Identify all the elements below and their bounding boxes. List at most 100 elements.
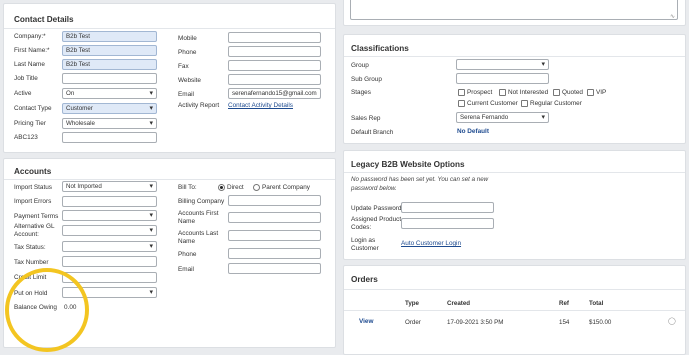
pricing-tier-select[interactable]: Wholesale xyxy=(62,118,157,129)
first-name-input[interactable]: B2b Test xyxy=(62,45,157,56)
bill-to-direct-radio[interactable] xyxy=(218,184,225,191)
stage-regular-customer-label: Regular Customer xyxy=(530,100,582,107)
stage-prospect-checkbox[interactable] xyxy=(458,89,465,96)
stage-vip-checkbox[interactable] xyxy=(587,89,594,96)
sub-group-label: Sub Group xyxy=(351,76,382,83)
payment-terms-select[interactable] xyxy=(62,210,157,221)
order-created-cell: 17-09-2021 3:50 PM xyxy=(447,319,504,326)
company-input[interactable]: B2b Test xyxy=(62,31,157,42)
stage-current-customer-checkbox[interactable] xyxy=(458,100,465,107)
contact-details-title: Contact Details xyxy=(14,15,74,24)
orders-header-ref: Ref xyxy=(559,300,569,307)
abc123-input[interactable] xyxy=(62,132,157,143)
abc123-label: ABC123 xyxy=(14,134,38,141)
legacy-b2b-title: Legacy B2B Website Options xyxy=(351,160,465,169)
phone-label: Phone xyxy=(178,49,197,56)
stage-regular-customer-checkbox[interactable] xyxy=(521,100,528,107)
fax-input[interactable] xyxy=(228,60,321,71)
accounts-first-name-label: Accounts First Name xyxy=(178,210,219,225)
tax-number-label: Tax Number xyxy=(14,259,49,266)
accounts-email-label: Email xyxy=(178,266,194,273)
login-as-customer-label: Login as Customer xyxy=(351,237,379,252)
orders-title: Orders xyxy=(351,275,378,284)
table-row: View Order 17-09-2021 3:50 PM 154 $150.0… xyxy=(344,312,685,330)
phone-input[interactable] xyxy=(228,46,321,57)
alternative-gl-account-select[interactable] xyxy=(62,225,157,236)
email-label: Email xyxy=(178,91,194,98)
default-branch-link[interactable]: No Default xyxy=(457,128,489,136)
auto-customer-login-link[interactable]: Auto Customer Login xyxy=(401,240,461,248)
sales-rep-select[interactable]: Serena Fernando xyxy=(456,112,549,123)
tax-number-input[interactable] xyxy=(62,256,157,267)
accounts-last-name-label: Accounts Last Name xyxy=(178,230,219,245)
billing-company-input[interactable] xyxy=(228,195,321,206)
import-status-select[interactable]: Not Imported xyxy=(62,181,157,192)
stage-quoted-checkbox[interactable] xyxy=(553,89,560,96)
email-input[interactable]: serenafernando15@gmail.com xyxy=(228,88,321,99)
mobile-label: Mobile xyxy=(178,35,197,42)
contact-activity-details-link[interactable]: Contact Activity Details xyxy=(228,102,293,110)
accounts-phone-input[interactable] xyxy=(228,248,321,259)
website-label: Website xyxy=(178,77,201,84)
alternative-gl-account-label: Alternative GL Account: xyxy=(14,223,55,238)
notes-textarea[interactable] xyxy=(350,0,678,20)
accounts-panel: Accounts Import Status Not Imported Impo… xyxy=(3,158,336,348)
credit-limit-input[interactable] xyxy=(62,272,157,283)
view-order-link[interactable]: View xyxy=(359,318,373,326)
stage-vip-label: VIP xyxy=(596,89,607,96)
active-select[interactable]: On xyxy=(62,88,157,99)
divider xyxy=(4,179,335,180)
balance-owing-label: Balance Owing xyxy=(14,304,57,311)
pricing-tier-label: Pricing Tier xyxy=(14,120,46,127)
classifications-panel: Classifications Group Sub Group Stages P… xyxy=(343,34,686,144)
website-input[interactable] xyxy=(228,74,321,85)
contact-type-select[interactable]: Customer xyxy=(62,103,157,114)
stage-not-interested-checkbox[interactable] xyxy=(499,89,506,96)
billing-company-label: Billing Company xyxy=(178,198,225,205)
divider xyxy=(344,172,685,173)
order-ref-cell: 154 xyxy=(559,319,570,326)
put-on-hold-label: Put on Hold xyxy=(14,290,48,297)
group-label: Group xyxy=(351,62,369,69)
update-password-input[interactable] xyxy=(401,202,494,213)
accounts-phone-label: Phone xyxy=(178,251,197,258)
bill-to-parent-label: Parent Company xyxy=(262,184,310,191)
import-status-label: Import Status xyxy=(14,184,53,191)
sales-rep-label: Sales Rep xyxy=(351,115,381,122)
divider xyxy=(344,56,685,57)
put-on-hold-select[interactable] xyxy=(62,287,157,298)
balance-owing-value: 0.00 xyxy=(64,304,77,311)
orders-panel: Orders Type Created Ref Total View Order… xyxy=(343,265,686,355)
assigned-product-codes-input[interactable] xyxy=(401,218,494,229)
orders-header-created: Created xyxy=(447,300,471,307)
credit-limit-label: Credit Limit xyxy=(14,274,47,281)
group-select[interactable] xyxy=(456,59,549,70)
stage-current-customer-label: Current Customer xyxy=(467,100,518,107)
job-title-input[interactable] xyxy=(62,73,157,84)
bill-to-parent-radio[interactable] xyxy=(253,184,260,191)
mobile-input[interactable] xyxy=(228,32,321,43)
fax-label: Fax xyxy=(178,63,189,70)
job-title-label: Job Title xyxy=(14,75,38,82)
accounts-last-name-input[interactable] xyxy=(228,230,321,241)
import-errors-input[interactable] xyxy=(62,196,157,207)
sub-group-input[interactable] xyxy=(456,73,549,84)
last-name-label: Last Name xyxy=(14,61,45,68)
resize-handle-icon[interactable]: ∿ xyxy=(670,13,675,20)
last-name-input[interactable]: B2b Test xyxy=(62,59,157,70)
accounts-title: Accounts xyxy=(14,167,52,176)
accounts-first-name-input[interactable] xyxy=(228,212,321,223)
tax-status-select[interactable] xyxy=(62,241,157,252)
assigned-product-codes-label: Assigned Product Codes: xyxy=(351,216,402,231)
orders-header-type: Type xyxy=(405,300,419,307)
comment-icon[interactable]: ◯ xyxy=(668,317,676,325)
orders-header-total: Total xyxy=(589,300,604,307)
divider xyxy=(344,289,685,290)
activity-report-label: Activity Report xyxy=(178,102,220,109)
company-label: Company:* xyxy=(14,33,46,40)
first-name-label: First Name:* xyxy=(14,47,50,54)
active-label: Active xyxy=(14,90,32,97)
password-note: No password has been set yet. You can se… xyxy=(351,176,489,192)
order-type-cell: Order xyxy=(405,319,421,326)
accounts-email-input[interactable] xyxy=(228,263,321,274)
